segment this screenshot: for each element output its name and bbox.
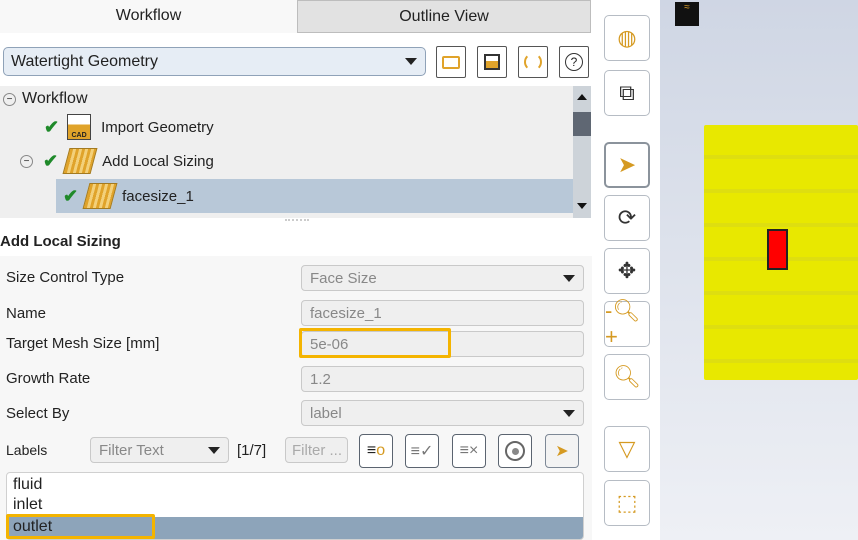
select-by-value: label (310, 404, 342, 422)
zoom-in-out-button[interactable]: -🔍︎+ (604, 298, 650, 349)
filter-list-button[interactable]: ≡o (359, 434, 393, 468)
pan-arrows-icon: ✥ (617, 258, 637, 283)
check-icon: ✔ (44, 116, 60, 137)
mesh-display-button[interactable]: ◍ (604, 15, 650, 61)
rotate-icon: ⟳ (617, 205, 637, 230)
filter-input[interactable]: Filter ... (285, 437, 348, 463)
chevron-down-icon (563, 275, 575, 282)
outlet-boundary[interactable] (767, 229, 788, 270)
highlight-box (299, 328, 451, 358)
tree-item-add-local-sizing[interactable]: − ✔ Add Local Sizing (20, 144, 214, 178)
scroll-thumb[interactable] (573, 112, 591, 136)
check-icon: ✔ (63, 185, 79, 206)
mesh-sphere-icon: ◍ (617, 25, 637, 50)
rotate-button[interactable]: ⟳ (604, 195, 650, 241)
filter-placeholder: Filter ... (292, 441, 343, 459)
tab-workflow[interactable]: Workflow (0, 0, 297, 33)
radio-target-icon (505, 441, 525, 461)
growth-rate-value: 1.2 (310, 370, 331, 388)
zoom-box-icon: ⬚ (616, 490, 638, 515)
growth-rate-field[interactable]: 1.2 (301, 366, 584, 392)
chevron-down-icon (563, 410, 575, 417)
save-workflow-button[interactable] (477, 46, 507, 78)
refresh-icon (524, 53, 542, 71)
pointer-icon: ➤ (555, 443, 569, 460)
tree-item-label: Import Geometry (101, 118, 214, 136)
growth-rate-label: Growth Rate (6, 370, 91, 387)
select-by-label: Select By (6, 405, 70, 422)
size-control-type-select[interactable]: Face Size (301, 265, 584, 291)
help-button[interactable]: ? (559, 46, 589, 78)
size-control-type-label: Size Control Type (6, 269, 125, 286)
help-icon: ? (565, 53, 583, 71)
select-all-icon: ≡✓ (410, 443, 434, 460)
name-label: Name (6, 305, 47, 322)
filter-list-icon: ≡o (366, 442, 386, 459)
tree-root-label: Workflow (22, 90, 88, 107)
magnifier-icon: 🔍︎ (613, 364, 641, 389)
tree-scrollbar[interactable] (573, 86, 591, 218)
graphics-viewport[interactable]: ≈ (660, 0, 858, 540)
cube-icon: ⧉ (619, 80, 635, 105)
graphics-select-button[interactable]: ➤ (545, 434, 579, 468)
fit-triangle-icon: ▽ (618, 436, 636, 461)
clear-selection-icon: ≡× (459, 442, 479, 459)
fit-view-button[interactable]: ▽ (604, 426, 650, 472)
workflow-type-value: Watertight Geometry (11, 52, 159, 70)
target-mesh-size-label: Target Mesh Size [mm] (6, 335, 160, 352)
clear-selection-button[interactable]: ≡× (452, 434, 486, 468)
size-control-type-value: Face Size (310, 269, 377, 287)
labels-label: Labels (6, 442, 48, 458)
label-count: [1/7] (237, 442, 267, 459)
refresh-workflow-button[interactable] (518, 46, 548, 78)
folder-icon (442, 55, 460, 69)
pick-point-button[interactable] (498, 434, 532, 468)
ansys-logo-icon: ≈ (675, 2, 699, 26)
select-tool-button[interactable]: ➤ (604, 142, 650, 188)
bounding-box-button[interactable]: ⧉ (604, 70, 650, 116)
zoom-button[interactable]: 🔍︎ (604, 354, 650, 400)
tree-item-label: Add Local Sizing (102, 152, 214, 170)
zoom-in-out-icon: -🔍︎+ (605, 298, 641, 349)
pointer-icon: ➤ (617, 152, 637, 177)
select-by-select[interactable]: label (301, 400, 584, 426)
open-workflow-button[interactable] (436, 46, 466, 78)
tree-item-label: facesize_1 (122, 187, 194, 205)
workflow-type-select[interactable]: Watertight Geometry (3, 47, 426, 76)
scroll-down-arrow[interactable] (577, 203, 587, 209)
pan-button[interactable]: ✥ (604, 248, 650, 294)
list-item[interactable]: fluid (7, 473, 583, 495)
collapse-icon[interactable]: − (3, 92, 16, 106)
tab-outline-view[interactable]: Outline View (297, 0, 591, 33)
filter-type-select[interactable]: Filter Text (90, 437, 229, 463)
check-icon: ✔ (43, 150, 59, 171)
tree-item-facesize-1[interactable]: ✔ facesize_1 (56, 179, 573, 213)
chevron-down-icon (208, 447, 220, 454)
tree-item-import-geometry[interactable]: ✔ CAD Import Geometry (44, 110, 214, 144)
splitter-handle[interactable] (285, 219, 309, 222)
name-field[interactable]: facesize_1 (301, 300, 584, 326)
cad-icon: CAD (67, 114, 92, 140)
save-icon (484, 54, 500, 70)
panel-title: Add Local Sizing (0, 233, 121, 250)
chevron-down-icon (405, 58, 417, 65)
zoom-box-button[interactable]: ⬚ (604, 480, 650, 526)
filter-type-value: Filter Text (99, 441, 164, 459)
highlight-box (6, 514, 155, 539)
mesh-sizing-icon (82, 183, 118, 209)
mesh-sizing-icon (62, 148, 98, 174)
select-all-button[interactable]: ≡✓ (405, 434, 439, 468)
collapse-icon[interactable]: − (20, 154, 33, 168)
scroll-up-arrow[interactable] (577, 94, 587, 100)
name-value: facesize_1 (310, 304, 382, 322)
